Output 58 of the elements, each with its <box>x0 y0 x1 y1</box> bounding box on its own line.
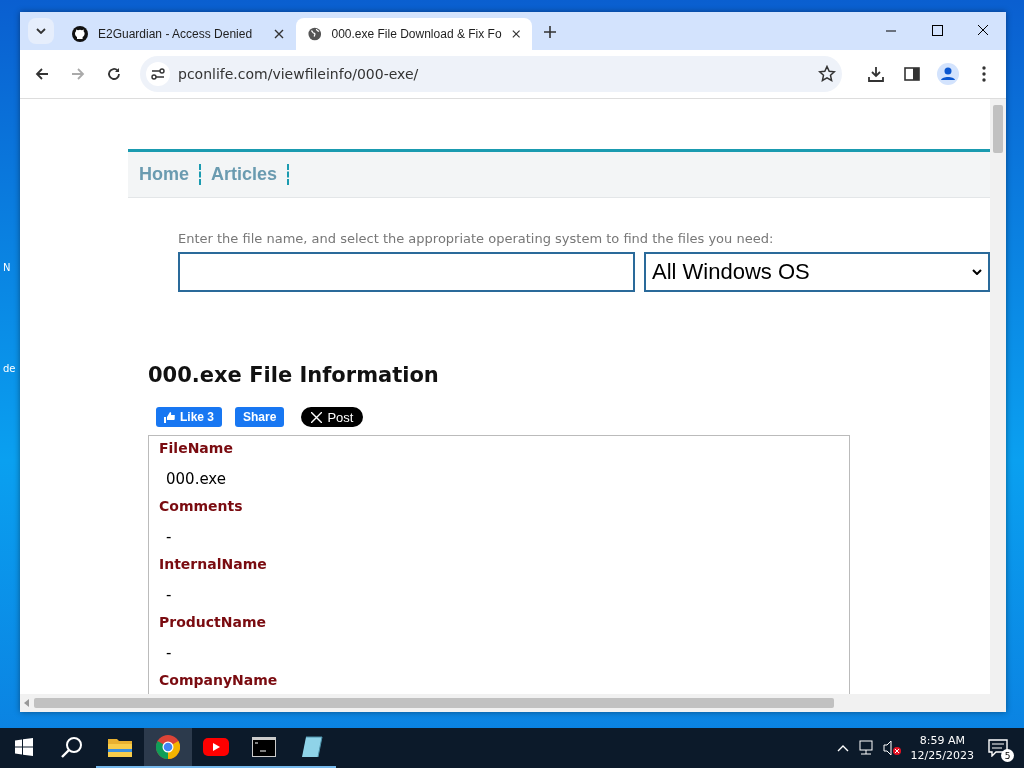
date-text: 12/25/2023 <box>910 748 974 763</box>
time-text: 8:59 AM <box>918 733 966 748</box>
tab-title: 000.exe File Download & Fix Fo <box>331 27 502 41</box>
download-icon[interactable] <box>868 66 884 82</box>
page-heading: 000.exe File Information <box>148 363 440 387</box>
horizontal-scrollbar[interactable] <box>20 694 1006 712</box>
reload-icon[interactable] <box>107 67 121 81</box>
field-label: ProductName <box>159 614 267 632</box>
url-text: pconlife.com/viewfileinfo/000-exe/ <box>178 66 420 82</box>
chevron-up-icon[interactable] <box>836 744 849 752</box>
desktop-icon-label: N <box>3 262 12 273</box>
globe-icon <box>308 26 322 42</box>
tab-title: E2Guardian - Access Denied <box>98 27 254 41</box>
os-dropdown[interactable]: All Windows OS <box>644 252 990 292</box>
plus-icon[interactable] <box>544 26 556 38</box>
field-label: InternalName <box>159 556 268 574</box>
chrome-icon <box>156 735 180 759</box>
star-icon[interactable] <box>818 65 836 83</box>
field-value: - <box>165 585 173 606</box>
vertical-scrollbar[interactable] <box>990 99 1006 694</box>
post-button[interactable]: Post <box>301 407 364 427</box>
browser-tab[interactable]: 000.exe File Download & Fix Fo <box>296 18 532 50</box>
search-field[interactable] <box>178 252 635 292</box>
folder-icon <box>108 737 132 757</box>
clock[interactable]: 8:59 AM 12/25/2023 <box>910 733 974 763</box>
desktop-icon-label: de <box>3 363 17 374</box>
field-label: CompanyName <box>159 672 279 690</box>
back-arrow-icon[interactable] <box>35 67 49 81</box>
search-icon[interactable] <box>61 736 83 758</box>
notification-count: 5 <box>1001 749 1014 762</box>
profile-avatar-icon[interactable] <box>937 63 959 85</box>
x-logo-icon <box>311 411 323 423</box>
field-label: FileName <box>159 440 234 458</box>
muted-speaker-icon[interactable] <box>882 740 903 756</box>
like-button[interactable]: Like 3 <box>156 407 223 427</box>
side-panel-icon[interactable] <box>904 67 920 81</box>
search-prompt: Enter the file name, and select the appropriate operating system to find the files you need: <box>178 231 775 246</box>
browser-tab[interactable]: E2Guardian - Access Denied <box>60 18 296 50</box>
field-value: 000.exe <box>165 469 227 490</box>
chevron-down-icon <box>972 269 982 275</box>
field-value: - <box>165 643 173 664</box>
menu-icon[interactable] <box>982 66 986 82</box>
close-icon[interactable] <box>274 29 284 39</box>
windows-logo-icon[interactable] <box>15 738 33 756</box>
site-settings-icon[interactable] <box>146 62 170 86</box>
close-icon[interactable] <box>511 29 520 39</box>
play-icon <box>203 738 229 756</box>
notification-icon[interactable] <box>988 739 1008 757</box>
taskbar-app[interactable] <box>144 728 192 768</box>
address-bar[interactable]: pconlife.com/viewfileinfo/000-exe/ <box>140 56 842 92</box>
share-button[interactable]: Share <box>235 407 285 427</box>
network-icon[interactable] <box>856 740 875 756</box>
field-value: - <box>165 527 173 548</box>
tab-search-button[interactable] <box>28 18 54 44</box>
field-label: Comments <box>159 498 244 516</box>
thumbs-up-icon <box>164 411 175 423</box>
chevron-down-icon <box>36 28 46 34</box>
terminal-icon <box>252 737 276 757</box>
